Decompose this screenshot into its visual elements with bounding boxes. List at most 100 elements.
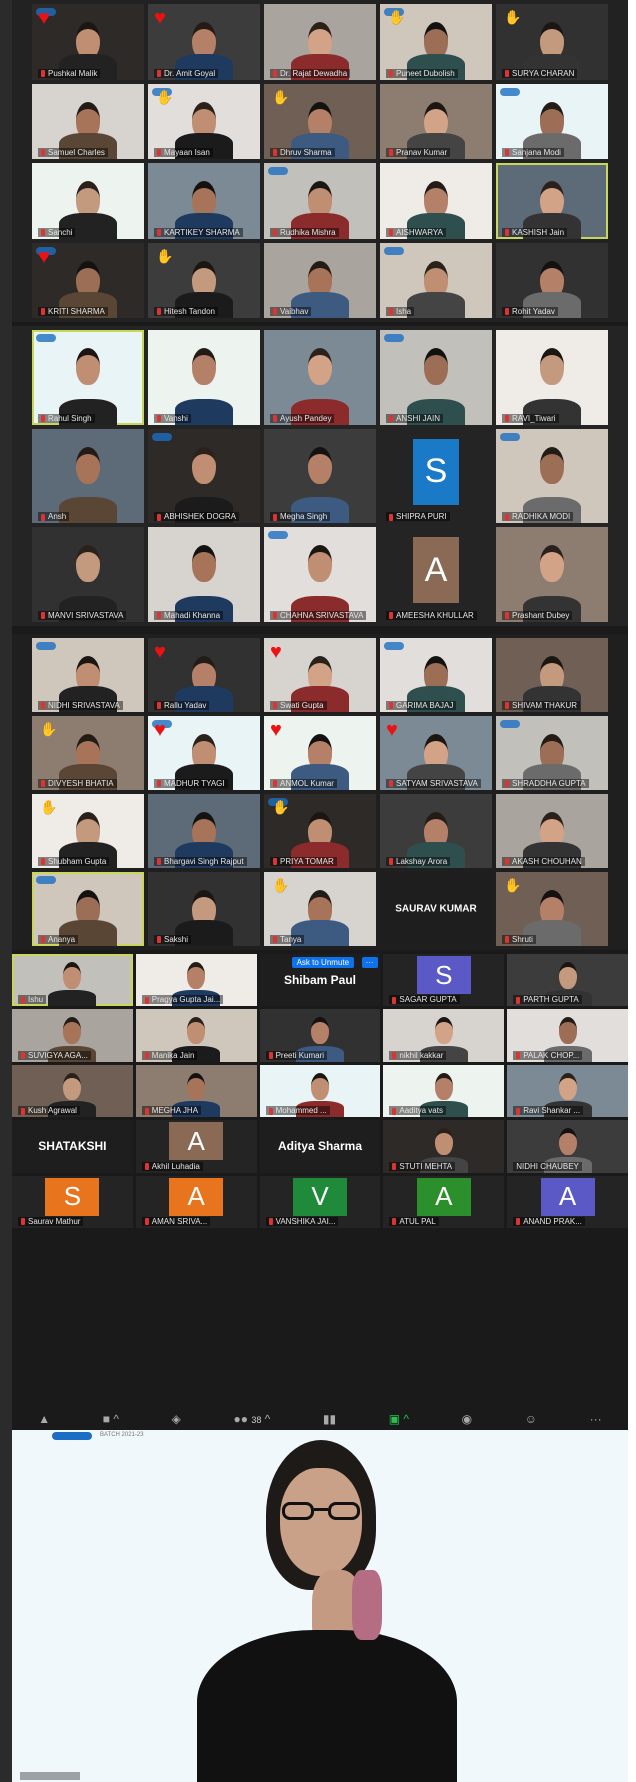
participant-name: Ayush Pandey <box>280 413 332 423</box>
participant-tile[interactable]: Ravi Shankar ... <box>507 1064 628 1118</box>
participant-tile[interactable]: NIDHI SRIVASTAVA <box>32 638 144 712</box>
participant-tile[interactable]: ABHISHEK DOGRA <box>148 428 260 524</box>
participant-tile[interactable]: SUVIGYA AGA... <box>12 1009 133 1062</box>
participant-tile[interactable]: Lakshay Arora <box>380 794 492 868</box>
participant-tile[interactable]: Sakshi <box>148 872 260 946</box>
participant-tile[interactable]: Preeti Kumari <box>259 1009 381 1062</box>
more-options-icon[interactable]: ··· <box>590 1412 602 1426</box>
participant-tile[interactable]: Vaibhav <box>264 242 376 318</box>
participant-tile[interactable]: KARTIKEY SHARMA <box>148 163 260 239</box>
participant-tile[interactable]: A AMEESHA KHULLAR <box>380 527 492 622</box>
participant-tile[interactable]: Pragya Gupta Jai... <box>135 954 257 1007</box>
participant-tile[interactable]: S Saurav Mathur <box>12 1175 133 1228</box>
participant-name-label: ATUL PAL <box>389 1217 439 1226</box>
participant-tile[interactable]: Vanshi <box>148 330 260 425</box>
participant-tile[interactable]: Samuel Charles <box>32 83 144 159</box>
participant-tile[interactable]: SAURAV KUMAR <box>380 872 492 946</box>
participant-name-label: Ansh <box>38 512 70 522</box>
participant-tile[interactable]: Ishu <box>12 954 133 1007</box>
mute-button[interactable]: ▲ <box>38 1412 50 1426</box>
participant-tile[interactable]: ♥ KRITI SHARMA <box>32 242 144 318</box>
participant-tile[interactable]: Isha <box>380 242 492 318</box>
participant-tile[interactable]: S SHIPRA PURI <box>380 428 492 524</box>
participant-tile[interactable]: ✋ SURYA CHARAN <box>496 4 608 80</box>
participant-tile[interactable]: ♥ SATYAM SRIVASTAVA <box>380 716 492 790</box>
participant-tile[interactable]: A AMAN SRIVA... <box>135 1175 257 1228</box>
more-options-button[interactable]: ··· <box>361 957 378 968</box>
participant-tile[interactable]: ✋ Dhruv Sharma <box>264 83 376 159</box>
participant-tile[interactable]: ♥ Pushkal Malik <box>32 4 144 80</box>
participant-tile[interactable]: Rahul Singh <box>32 330 144 425</box>
participant-tile[interactable]: Aaditya vats <box>383 1064 505 1118</box>
participant-tile[interactable]: ✋ Shruti <box>496 872 608 946</box>
participant-tile[interactable]: GARIMA BAJAJ <box>380 638 492 712</box>
record-icon[interactable]: ◉ <box>462 1412 472 1426</box>
participant-tile[interactable]: ✋ Hitesh Tandon <box>148 242 260 318</box>
participant-tile[interactable]: A ANAND PRAK... <box>507 1175 628 1228</box>
participant-tile[interactable]: ✋ DIVYESH BHATIA <box>32 716 144 790</box>
participant-face <box>434 1072 453 1100</box>
participant-tile[interactable]: Mohammed ... <box>259 1064 381 1118</box>
participant-tile[interactable]: ✋ Shubham Gupta <box>32 794 144 868</box>
participant-tile[interactable]: Kush Agrawal <box>12 1064 133 1118</box>
participant-tile[interactable]: Ansh <box>32 428 144 524</box>
participant-tile[interactable]: ♥ Dr. Amit Goyal <box>148 4 260 80</box>
participant-tile[interactable]: Shibam Paul Ask to Unmute ··· <box>259 954 381 1007</box>
participant-face <box>192 545 216 583</box>
participant-tile[interactable]: Megha Singh <box>264 428 376 524</box>
participant-tile[interactable]: Mahadi Khanna <box>148 527 260 622</box>
participant-tile[interactable]: Prashant Dubey <box>496 527 608 622</box>
participant-tile[interactable]: ANSHI JAIN <box>380 330 492 425</box>
participant-tile[interactable]: A Akhil Luhadia <box>135 1120 257 1173</box>
participant-tile[interactable]: ✋ Mayaan Isan <box>148 83 260 159</box>
participant-tile[interactable]: Rohit Yadav <box>496 242 608 318</box>
participant-tile[interactable]: Ananya <box>32 872 144 946</box>
participant-tile[interactable]: SHRADDHA GUPTA <box>496 716 608 790</box>
participant-tile[interactable]: AKASH CHOUHAN <box>496 794 608 868</box>
participant-tile[interactable]: V VANSHIKA JAI... <box>259 1175 381 1228</box>
participant-face <box>187 1072 206 1100</box>
participant-tile[interactable]: nikhil kakkar <box>383 1009 505 1062</box>
participant-tile[interactable]: MEGHA JHA <box>135 1064 257 1118</box>
participant-tile[interactable]: PALAK CHOP... <box>507 1009 628 1062</box>
participant-name: GARIMA BAJAJ <box>396 701 454 710</box>
participant-tile[interactable]: Ayush Pandey <box>264 330 376 425</box>
participant-tile[interactable]: Sanjana Modi <box>496 83 608 159</box>
participant-tile[interactable]: ♥ MADHUR TYAGI <box>148 716 260 790</box>
participant-tile[interactable]: Dr. Rajat Dewadha <box>264 4 376 80</box>
participant-tile[interactable]: ✋ Puneet Dubolish <box>380 4 492 80</box>
participant-tile[interactable]: Manika Jain <box>135 1009 257 1062</box>
participant-tile[interactable]: Rudhika Mishra <box>264 163 376 239</box>
participant-tile[interactable]: Bhargavi Singh Rajput <box>148 794 260 868</box>
reactions-icon[interactable]: ☺ <box>525 1412 537 1426</box>
participant-tile[interactable]: AISHWARYA <box>380 163 492 239</box>
participant-tile[interactable]: MANVI SRIVASTAVA <box>32 527 144 622</box>
participant-tile[interactable]: A ATUL PAL <box>383 1175 505 1228</box>
participant-tile[interactable]: ♥ Swati Gupta <box>264 638 376 712</box>
polls-icon[interactable]: ▮▮ <box>323 1412 336 1426</box>
participant-tile[interactable]: STUTI MEHTA <box>383 1120 505 1173</box>
participant-tile[interactable]: RAVI_Tiwari <box>496 330 608 425</box>
clap-reaction-icon: ✋ <box>504 877 522 893</box>
participant-tile[interactable]: PARTH GUPTA <box>507 954 628 1007</box>
ask-to-unmute-button[interactable]: Ask to Unmute <box>291 957 355 968</box>
participant-tile[interactable]: CHAHNA SRIVASTAVA <box>264 527 376 622</box>
participant-tile[interactable]: S SAGAR GUPTA <box>383 954 505 1007</box>
video-camera-icon[interactable]: ■ ^ <box>103 1412 119 1426</box>
participant-tile[interactable]: RADHIKA MODI <box>496 428 608 524</box>
participant-tile[interactable]: ♥ ANMOL Kumar <box>264 716 376 790</box>
participant-tile[interactable]: ✋ Tanya <box>264 872 376 946</box>
participant-tile[interactable]: KASHISH Jain <box>496 163 608 239</box>
security-shield-icon[interactable]: ◈ <box>172 1412 181 1426</box>
participant-tile[interactable]: ♥ Rallu Yadav <box>148 638 260 712</box>
participant-tile[interactable]: Sanchi <box>32 163 144 239</box>
share-screen-button[interactable]: ▣ ^ <box>389 1412 409 1426</box>
participant-tile[interactable]: ✋ PRIYA TOMAR <box>264 794 376 868</box>
participant-tile[interactable]: Aditya Sharma <box>259 1120 381 1173</box>
participant-tile[interactable]: Pranav Kumar <box>380 83 492 159</box>
participant-tile[interactable]: SHIVAM THAKUR <box>496 638 608 712</box>
participant-tile[interactable]: NIDHI CHAUBEY <box>507 1120 628 1173</box>
participants-button[interactable]: ●● 38 ^ <box>233 1412 270 1426</box>
participant-tile[interactable]: SHATAKSHI <box>12 1120 133 1173</box>
participant-name-label: ANAND PRAK... <box>513 1217 585 1226</box>
